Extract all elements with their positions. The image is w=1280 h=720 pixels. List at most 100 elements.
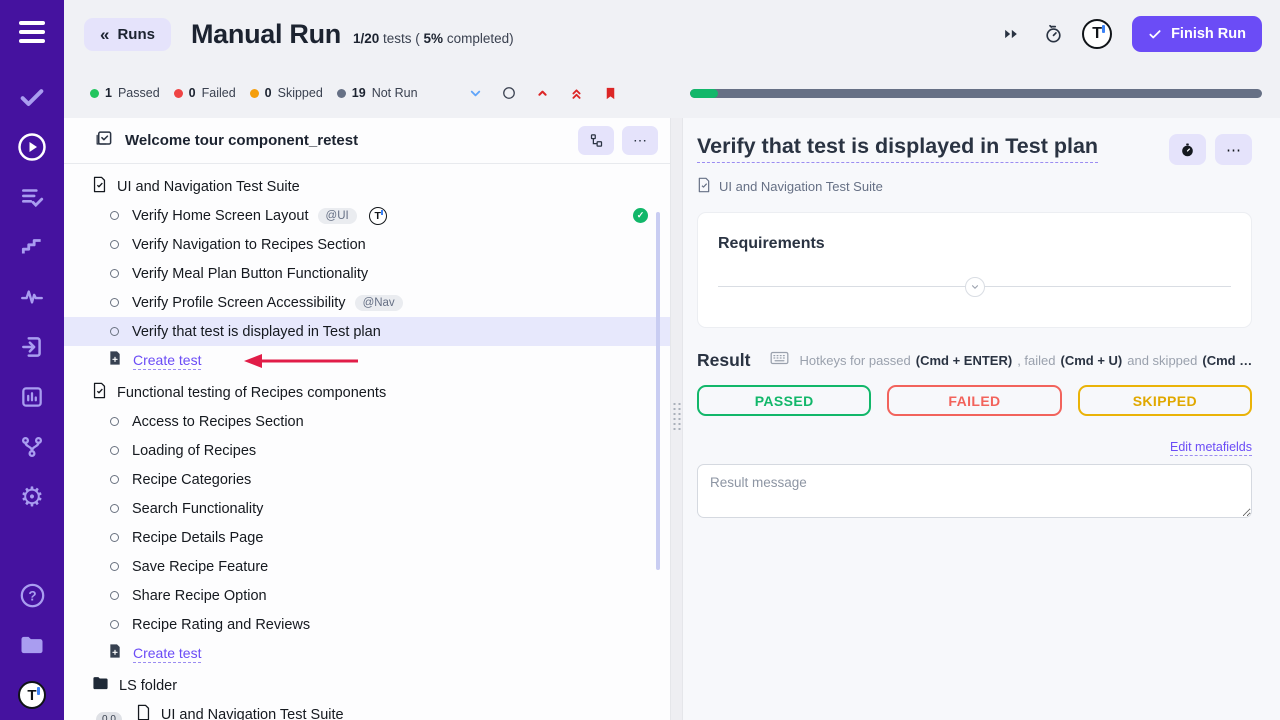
test-bullet-icon	[110, 211, 119, 220]
sidebar-item-tests[interactable]	[0, 72, 64, 122]
checklist-icon	[94, 129, 113, 153]
tree-view-button[interactable]	[578, 126, 614, 155]
suite-doc-icon	[92, 176, 107, 197]
progress-fill	[690, 89, 719, 98]
requirements-expand-button[interactable]	[965, 277, 985, 297]
detail-timer-button[interactable]	[1169, 134, 1206, 165]
test-row[interactable]: Verify Home Screen Layout @UI T ✓	[64, 201, 670, 230]
create-test-link[interactable]: Create test	[133, 645, 201, 663]
sidebar-item-runs[interactable]	[0, 122, 64, 172]
runs-button-label: Runs	[117, 26, 155, 43]
folder-name: LS folder	[119, 678, 177, 694]
edit-metafields-link[interactable]: Edit metafields	[1170, 440, 1252, 456]
folder-icon	[92, 676, 109, 695]
test-label: Save Recipe Feature	[132, 559, 268, 575]
more-icon: ⋯	[1226, 141, 1241, 159]
hotkeys-hint: Hotkeys for passed(Cmd + ENTER) , failed…	[799, 353, 1252, 368]
test-row[interactable]: Access to Recipes Section	[64, 407, 670, 436]
priority-double-up-icon[interactable]	[569, 86, 584, 101]
test-row-selected[interactable]: Verify that test is displayed in Test pl…	[64, 317, 670, 346]
fast-forward-icon[interactable]	[998, 21, 1024, 47]
passed-legend: 1Passed	[90, 86, 160, 100]
svg-text:?: ?	[28, 588, 36, 603]
circle-filter-icon[interactable]	[502, 86, 516, 100]
test-row[interactable]: Recipe Rating and Reviews	[64, 610, 670, 639]
run-progress-bar	[690, 89, 1262, 98]
sidebar-item-help[interactable]: ?	[0, 570, 64, 620]
requirements-title: Requirements	[718, 235, 1231, 253]
detail-suite-name: UI and Navigation Test Suite	[719, 179, 883, 194]
test-bullet-icon	[110, 591, 119, 600]
percent-completed: 5%	[424, 31, 444, 46]
create-test-link[interactable]: Create test	[133, 352, 201, 370]
test-row[interactable]: Recipe Details Page	[64, 523, 670, 552]
sidebar-item-settings[interactable]: ⚙	[0, 472, 64, 522]
more-icon: ⋯	[633, 132, 647, 149]
help-icon: ?	[19, 582, 46, 609]
test-bullet-icon	[110, 298, 119, 307]
tests-ratio: 1/20	[353, 31, 379, 46]
test-row[interactable]: Verify Meal Plan Button Functionality	[64, 259, 670, 288]
sidebar-item-test-plans[interactable]	[0, 172, 64, 222]
test-bullet-icon	[110, 417, 119, 426]
test-row[interactable]: Save Recipe Feature	[64, 552, 670, 581]
test-label: Verify Profile Screen Accessibility	[132, 295, 346, 311]
requirements-card: Requirements	[697, 212, 1252, 328]
double-chevron-left-icon: «	[100, 26, 109, 43]
priority-up-icon[interactable]	[535, 86, 550, 101]
sidebar-item-pulse[interactable]	[0, 272, 64, 322]
timer-icon[interactable]	[1040, 21, 1066, 47]
hamburger-icon	[19, 21, 45, 43]
sidebar-logo[interactable]: T	[0, 670, 64, 720]
test-detail-panel: Verify that test is displayed in Test pl…	[683, 118, 1280, 720]
sidebar-item-steps[interactable]	[0, 222, 64, 272]
passed-dot-icon	[90, 89, 99, 98]
stopwatch-icon	[1180, 142, 1195, 158]
test-row[interactable]: Recipe Categories	[64, 465, 670, 494]
test-label: Recipe Details Page	[132, 530, 263, 546]
project-logo[interactable]: T	[1082, 19, 1112, 49]
panel-resize-divider[interactable]	[670, 118, 683, 720]
suite-row-partial[interactable]: 0.0 UI and Navigation Test Suite	[64, 700, 670, 720]
test-label: Recipe Rating and Reviews	[132, 617, 310, 633]
tree-more-button[interactable]: ⋯	[622, 126, 658, 155]
test-row[interactable]: Verify Profile Screen Accessibility @Nav	[64, 288, 670, 317]
folder-row[interactable]: LS folder	[64, 671, 670, 700]
tests-progress-text: 1/20 tests ( 5% completed)	[353, 31, 514, 46]
tag-badge: @UI	[318, 208, 357, 224]
test-detail-title[interactable]: Verify that test is displayed in Test pl…	[697, 134, 1098, 163]
test-row[interactable]: Share Recipe Option	[64, 581, 670, 610]
test-tree: UI and Navigation Test Suite Verify Home…	[64, 164, 670, 720]
analytics-icon	[19, 384, 45, 410]
run-tree-title: Welcome tour component_retest	[125, 132, 358, 149]
passed-button[interactable]: PASSED	[697, 385, 871, 416]
test-row[interactable]: Verify Navigation to Recipes Section	[64, 230, 670, 259]
bookmark-icon[interactable]	[603, 85, 618, 102]
red-annotation-arrow	[240, 353, 365, 369]
run-tree-header: Welcome tour component_retest ⋯	[64, 118, 670, 164]
skipped-button[interactable]: SKIPPED	[1078, 385, 1252, 416]
test-row[interactable]: Loading of Recipes	[64, 436, 670, 465]
detail-more-button[interactable]: ⋯	[1215, 134, 1252, 165]
finish-run-button[interactable]: Finish Run	[1132, 16, 1262, 52]
test-tree-panel: Welcome tour component_retest ⋯ UI and N…	[64, 118, 670, 720]
result-title: Result	[697, 350, 750, 371]
test-bullet-icon	[110, 562, 119, 571]
result-message-input[interactable]	[697, 464, 1252, 518]
failed-button[interactable]: FAILED	[887, 385, 1061, 416]
sidebar-item-import[interactable]	[0, 322, 64, 372]
test-row[interactable]: Search Functionality	[64, 494, 670, 523]
sidebar-item-projects[interactable]	[0, 620, 64, 670]
count-badge: 0.0	[96, 712, 122, 720]
suite-doc-icon	[697, 177, 711, 196]
tree-scrollbar[interactable]	[656, 212, 660, 570]
status-legend: 1Passed 0Failed 0Skipped 19Not Run	[90, 86, 418, 100]
suite-row[interactable]: Functional testing of Recipes components	[64, 378, 670, 407]
sidebar-item-analytics[interactable]	[0, 372, 64, 422]
menu-icon[interactable]	[0, 8, 64, 56]
suite-row[interactable]: UI and Navigation Test Suite	[64, 172, 670, 201]
detail-suite-ref[interactable]: UI and Navigation Test Suite	[697, 177, 1252, 196]
expand-chevron-down-icon[interactable]	[468, 86, 483, 101]
back-to-runs-button[interactable]: « Runs	[84, 18, 171, 51]
sidebar-item-branches[interactable]	[0, 422, 64, 472]
